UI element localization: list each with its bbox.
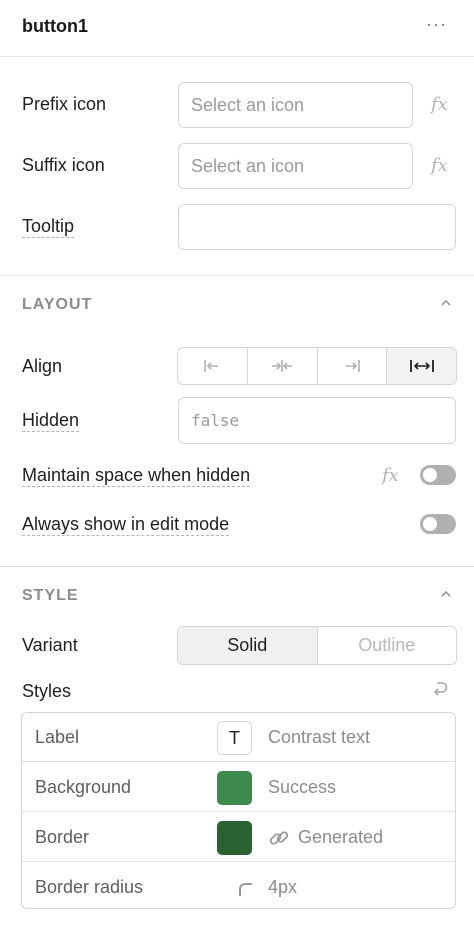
align-stretch-icon [409, 360, 434, 372]
styles-label: Styles [22, 681, 72, 701]
always-show-toggle[interactable] [420, 514, 456, 534]
hidden-label: Hidden [22, 410, 80, 432]
style-row-name: Border [35, 827, 90, 847]
prefix-icon-placeholder: Select an icon [191, 94, 305, 115]
style-row-background[interactable]: Background Success [22, 763, 455, 812]
styles-table: Label T Contrast text Background Success… [21, 712, 456, 909]
hidden-input[interactable]: false [178, 397, 456, 444]
variant-outline-option[interactable]: Outline [318, 627, 457, 664]
style-row-value: Generated [298, 827, 384, 847]
style-row-value: 4px [268, 877, 298, 897]
align-left-icon [204, 360, 219, 372]
panel-header: button1 ··· [0, 0, 474, 57]
maintain-space-toggle[interactable] [420, 465, 456, 485]
style-row-name: Background [35, 777, 132, 797]
align-right-button[interactable] [318, 348, 388, 384]
always-show-label-wrap: Always show in edit mode [22, 514, 230, 536]
always-show-label: Always show in edit mode [22, 514, 230, 536]
variant-segmented-control: Solid Outline [177, 626, 457, 665]
tooltip-input[interactable] [178, 204, 456, 250]
component-name: button1 [22, 16, 88, 36]
background-color-swatch[interactable] [217, 771, 252, 805]
border-color-swatch[interactable] [217, 821, 252, 855]
variant-solid-option[interactable]: Solid [178, 627, 318, 664]
style-row-border-radius[interactable]: Border radius 4px [22, 863, 455, 912]
align-center-button[interactable] [248, 348, 318, 384]
prefix-icon-select[interactable]: Select an icon [178, 82, 413, 128]
section-divider [0, 566, 474, 567]
variant-label: Variant [22, 635, 78, 655]
border-radius-icon [239, 883, 252, 896]
hidden-value: false [191, 411, 240, 430]
align-center-icon [272, 360, 293, 372]
align-label: Align [22, 356, 63, 376]
link-icon [269, 831, 289, 845]
align-right-icon [345, 360, 360, 372]
maintain-space-fx-icon[interactable]: fx [382, 465, 399, 486]
suffix-icon-select[interactable]: Select an icon [178, 143, 413, 189]
hidden-label-wrap: Hidden [22, 410, 80, 432]
prefix-icon-fx-icon[interactable]: fx [431, 94, 448, 115]
style-row-label[interactable]: Label T Contrast text [22, 713, 455, 762]
align-left-button[interactable] [178, 348, 248, 384]
align-button-group [177, 347, 457, 385]
align-stretch-button[interactable] [387, 348, 456, 384]
maintain-space-label: Maintain space when hidden [22, 465, 251, 487]
layout-section-title: LAYOUT [22, 296, 93, 313]
prefix-icon-label: Prefix icon [22, 94, 107, 114]
tooltip-label: Tooltip [22, 216, 75, 238]
style-row-value: Success [268, 777, 337, 797]
collapse-chevron-up-icon[interactable] [441, 298, 451, 308]
style-section-title: STYLE [22, 587, 79, 604]
text-color-swatch[interactable]: T [217, 721, 252, 755]
suffix-icon-label: Suffix icon [22, 155, 105, 175]
suffix-icon-fx-icon[interactable]: fx [431, 155, 448, 176]
style-row-border[interactable]: Border Generated [22, 813, 455, 862]
more-options-icon[interactable]: ··· [426, 14, 447, 35]
style-row-name: Label [35, 727, 80, 747]
style-row-name: Border radius [35, 877, 144, 897]
suffix-icon-placeholder: Select an icon [191, 155, 305, 176]
collapse-chevron-up-icon[interactable] [441, 589, 451, 599]
reset-styles-icon[interactable] [431, 680, 449, 698]
toggle-knob [423, 468, 437, 482]
tooltip-label-wrap: Tooltip [22, 216, 75, 238]
style-row-value: Contrast text [268, 727, 371, 747]
section-divider [0, 275, 474, 276]
toggle-knob [423, 517, 437, 531]
maintain-space-label-wrap: Maintain space when hidden [22, 465, 251, 487]
